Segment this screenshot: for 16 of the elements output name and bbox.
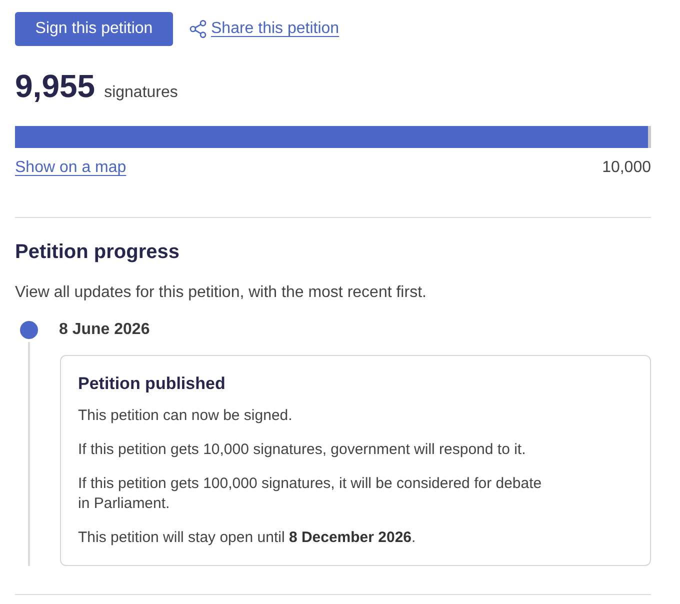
update-paragraph: If this petition gets 10,000 signatures, government will respond to it. xyxy=(78,440,527,460)
signature-count: 9,955 xyxy=(15,68,96,104)
update-date: 8 June 2026 xyxy=(59,320,151,340)
signature-target: 10,000 xyxy=(602,158,651,178)
share-icon xyxy=(188,19,208,39)
show-map-link[interactable]: Show on a map xyxy=(15,156,126,180)
update-title: Petition published xyxy=(78,373,226,395)
update-paragraph: This petition will stay open until 8 December 2026. xyxy=(78,528,417,548)
sign-petition-button[interactable]: Sign this petition xyxy=(15,12,173,46)
timeline-dot-icon xyxy=(20,321,38,339)
share-petition-link[interactable]: Share this petition xyxy=(211,17,340,41)
update-paragraph: If this petition gets 100,000 signatures, it will be considered for debate in Parliament. xyxy=(78,474,543,514)
section-heading: Petition progress xyxy=(15,240,180,265)
update-paragraph: This petition can now be signed. xyxy=(78,406,294,426)
section-intro: View all updates for this petition, with the most recent first. xyxy=(15,283,428,303)
signatures-label: signatures xyxy=(104,83,178,103)
